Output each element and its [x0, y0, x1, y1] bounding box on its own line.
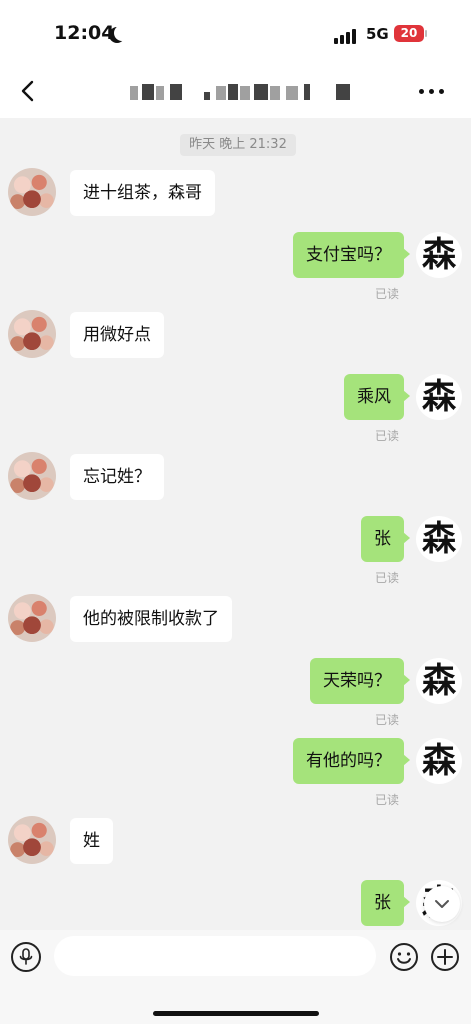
more-button[interactable]	[416, 78, 448, 104]
read-status: 已读	[375, 571, 400, 585]
message-bubble-peer[interactable]: 进十组茶，森哥	[70, 170, 215, 216]
read-status: 已读	[375, 429, 400, 443]
emoji-button[interactable]	[389, 942, 419, 972]
message-bubble-self[interactable]: 天荣吗？	[310, 658, 410, 704]
read-status: 已读	[375, 713, 400, 727]
scroll-to-bottom-button[interactable]	[424, 886, 460, 922]
contact-name-redacted	[120, 84, 360, 104]
voice-button[interactable]	[11, 942, 41, 972]
message-bubble-peer[interactable]: 用微好点	[70, 312, 164, 358]
home-indicator	[153, 1011, 319, 1016]
self-avatar[interactable]: 森	[416, 232, 462, 278]
message-bubble-self[interactable]: 有他的吗？	[293, 738, 410, 784]
signal-icon	[334, 28, 358, 44]
message-bubble-peer[interactable]: 他的被限制收款了	[70, 596, 232, 642]
self-avatar[interactable]: 森	[416, 738, 462, 784]
message-bubble-self[interactable]: 乘风	[344, 374, 410, 420]
back-button[interactable]	[16, 78, 42, 104]
message-bubble-self[interactable]: 张	[361, 880, 410, 926]
peer-avatar[interactable]	[8, 816, 56, 864]
status-bar: 12:04 5G 20	[0, 0, 471, 66]
message-bubble-peer[interactable]: 忘记姓？	[70, 454, 164, 500]
input-bar	[0, 930, 471, 1024]
chat-header	[0, 66, 471, 118]
read-status: 已读	[375, 287, 400, 301]
read-status: 已读	[375, 793, 400, 807]
battery-tip	[425, 30, 427, 37]
more-actions-button[interactable]	[430, 942, 460, 972]
moon-icon	[114, 25, 130, 41]
more-icon	[419, 89, 424, 94]
self-avatar[interactable]: 森	[416, 374, 462, 420]
peer-avatar[interactable]	[8, 310, 56, 358]
self-avatar[interactable]: 森	[416, 658, 462, 704]
peer-avatar[interactable]	[8, 594, 56, 642]
chevron-down-icon	[435, 900, 449, 908]
peer-avatar[interactable]	[8, 168, 56, 216]
message-list[interactable]: 昨天 晚上 21:32 进十组茶，森哥 森 支付宝吗？ 已读 用微好点 森 乘风…	[0, 118, 471, 930]
chevron-left-icon	[21, 80, 34, 102]
message-bubble-self[interactable]: 支付宝吗？	[293, 232, 410, 278]
microphone-icon	[19, 948, 33, 965]
status-time: 12:04	[54, 22, 115, 44]
network-type: 5G	[366, 25, 389, 43]
time-divider: 昨天 晚上 21:32	[180, 134, 296, 156]
message-bubble-peer[interactable]: 姓	[70, 818, 113, 864]
emoji-icon	[390, 943, 418, 971]
message-bubble-self[interactable]: 张	[361, 516, 410, 562]
peer-avatar[interactable]	[8, 452, 56, 500]
battery-indicator: 20	[394, 25, 424, 42]
plus-icon	[431, 943, 459, 971]
self-avatar[interactable]: 森	[416, 516, 462, 562]
message-input[interactable]	[54, 936, 376, 976]
